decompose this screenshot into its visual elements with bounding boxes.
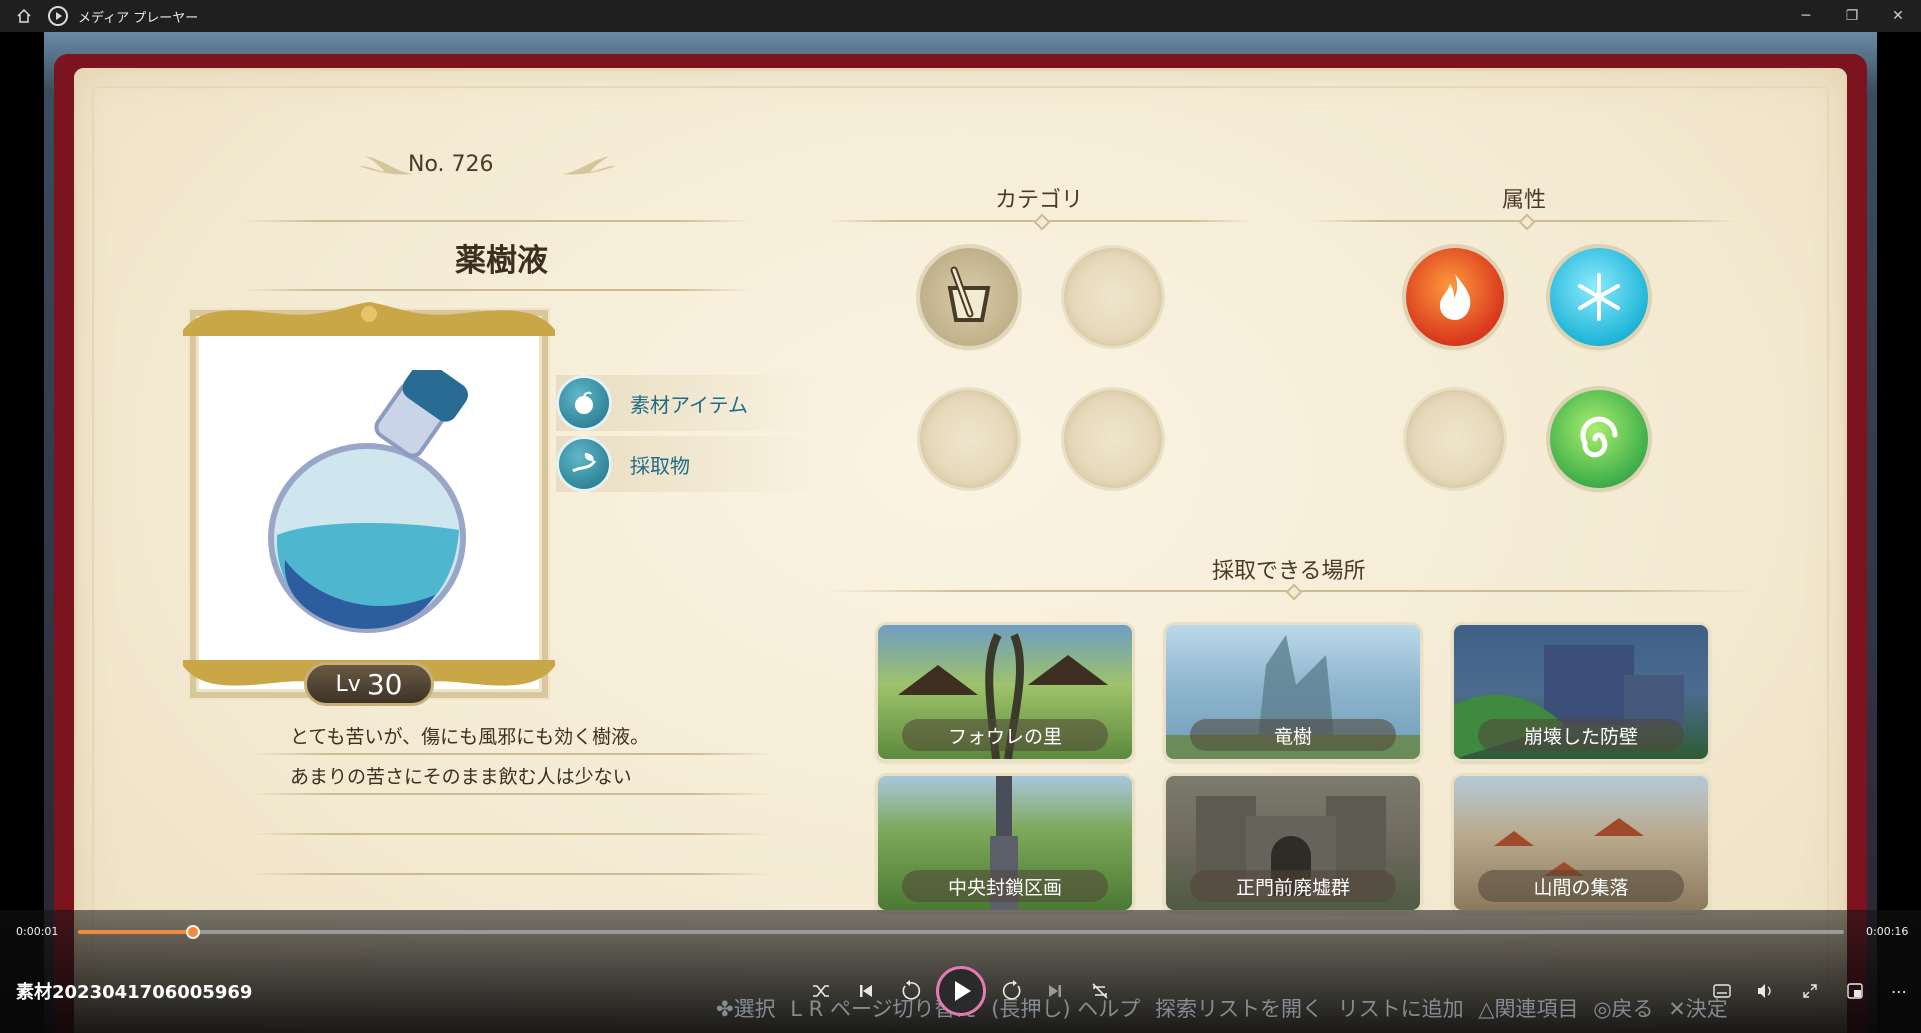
- attribute-slot-empty: [1406, 390, 1504, 488]
- forward-30-icon[interactable]: [998, 976, 1028, 1006]
- level-prefix: Lv: [335, 671, 361, 697]
- wind-attribute: [1550, 390, 1648, 488]
- more-options-icon[interactable]: ⋯: [1884, 976, 1914, 1006]
- location-label: 竜樹: [1190, 719, 1396, 751]
- item-name: 薬樹液: [455, 243, 548, 279]
- rewind-10-icon[interactable]: [895, 976, 925, 1006]
- potion-flask-icon: [268, 370, 468, 633]
- current-time: 0:00:01: [16, 925, 59, 938]
- gold-frame-top: [183, 302, 555, 336]
- hint-select: ✤選択: [716, 997, 776, 1021]
- description-line-2: あまりの苦さにそのまま飲む人は少ない: [290, 766, 632, 788]
- close-button[interactable]: ✕: [1875, 0, 1921, 32]
- location-card[interactable]: 中央封鎖区画: [878, 776, 1132, 910]
- category-slot-empty: [1064, 390, 1162, 488]
- category-slot-mortar: [920, 248, 1018, 346]
- tag-material-item: 素材アイテム: [556, 375, 818, 431]
- ice-icon: [1578, 273, 1620, 321]
- category-title: カテゴリ: [995, 188, 1084, 213]
- location-label: 正門前廃墟群: [1190, 870, 1396, 902]
- apple-icon: [556, 375, 612, 431]
- wing-ornament-left-icon: [359, 156, 413, 175]
- locations-title: 採取できる場所: [1212, 559, 1366, 584]
- tag-gathered: 採取物: [556, 436, 818, 492]
- hint-add-list: リストに追加: [1337, 997, 1464, 1021]
- location-label: 崩壊した防壁: [1478, 719, 1684, 751]
- level-badge: Lv 30: [304, 662, 434, 706]
- hint-back: ◎戻る: [1593, 997, 1654, 1021]
- location-card[interactable]: 竜樹: [1166, 625, 1420, 759]
- captions-icon[interactable]: [1707, 976, 1737, 1006]
- minimize-button[interactable]: ─: [1783, 0, 1829, 32]
- location-label: フォウレの里: [902, 719, 1108, 751]
- location-card[interactable]: フォウレの里: [878, 625, 1132, 759]
- tag-label: 採取物: [630, 453, 690, 478]
- home-icon[interactable]: [0, 0, 48, 32]
- description-line-1: とても苦いが、傷にも風邪にも効く樹液。: [290, 726, 650, 748]
- window-titlebar: メディア プレーヤー ─ ❐ ✕: [0, 0, 1921, 32]
- seek-bar[interactable]: [78, 925, 1844, 939]
- mortar-pestle-icon: [947, 266, 991, 322]
- category-slot-empty: [920, 390, 1018, 488]
- volume-icon[interactable]: [1750, 976, 1780, 1006]
- wing-ornament-right-icon: [562, 156, 616, 175]
- location-card[interactable]: 山間の集落: [1454, 776, 1708, 910]
- location-card[interactable]: 正門前廃墟群: [1166, 776, 1420, 910]
- hand-leaf-icon: [556, 436, 612, 492]
- location-label: 山間の集落: [1478, 870, 1684, 902]
- window-title: メディア プレーヤー: [78, 10, 199, 26]
- location-label: 中央封鎖区画: [902, 870, 1108, 902]
- restore-button[interactable]: ❐: [1829, 0, 1875, 32]
- attribute-title: 属性: [1502, 188, 1547, 213]
- fire-attribute: [1406, 248, 1504, 346]
- play-button[interactable]: [936, 966, 986, 1016]
- next-icon[interactable]: [1040, 976, 1070, 1006]
- seek-progress: [78, 930, 193, 934]
- seek-handle[interactable]: [185, 925, 200, 939]
- location-card[interactable]: 崩壊した防壁: [1454, 625, 1708, 759]
- ice-attribute: [1550, 248, 1648, 346]
- total-time: 0:00:16: [1866, 925, 1909, 938]
- hint-open-list: 探索リストを開く: [1154, 997, 1323, 1021]
- tag-label: 素材アイテム: [630, 392, 748, 417]
- repeat-off-icon[interactable]: [1085, 976, 1115, 1006]
- shuffle-icon[interactable]: [806, 976, 836, 1006]
- category-slot-empty: [1064, 248, 1162, 346]
- media-title: 素材2023041706005969: [16, 982, 253, 1003]
- mini-player-icon[interactable]: [1840, 976, 1870, 1006]
- level-value: 30: [366, 667, 403, 701]
- wind-icon: [1580, 416, 1618, 458]
- item-number: No. 726: [408, 152, 494, 177]
- previous-icon[interactable]: [851, 976, 881, 1006]
- hint-related: △関連項目: [1478, 997, 1579, 1021]
- media-player-logo-icon: [48, 6, 68, 26]
- fire-icon: [1439, 274, 1471, 320]
- fullscreen-icon[interactable]: [1795, 976, 1825, 1006]
